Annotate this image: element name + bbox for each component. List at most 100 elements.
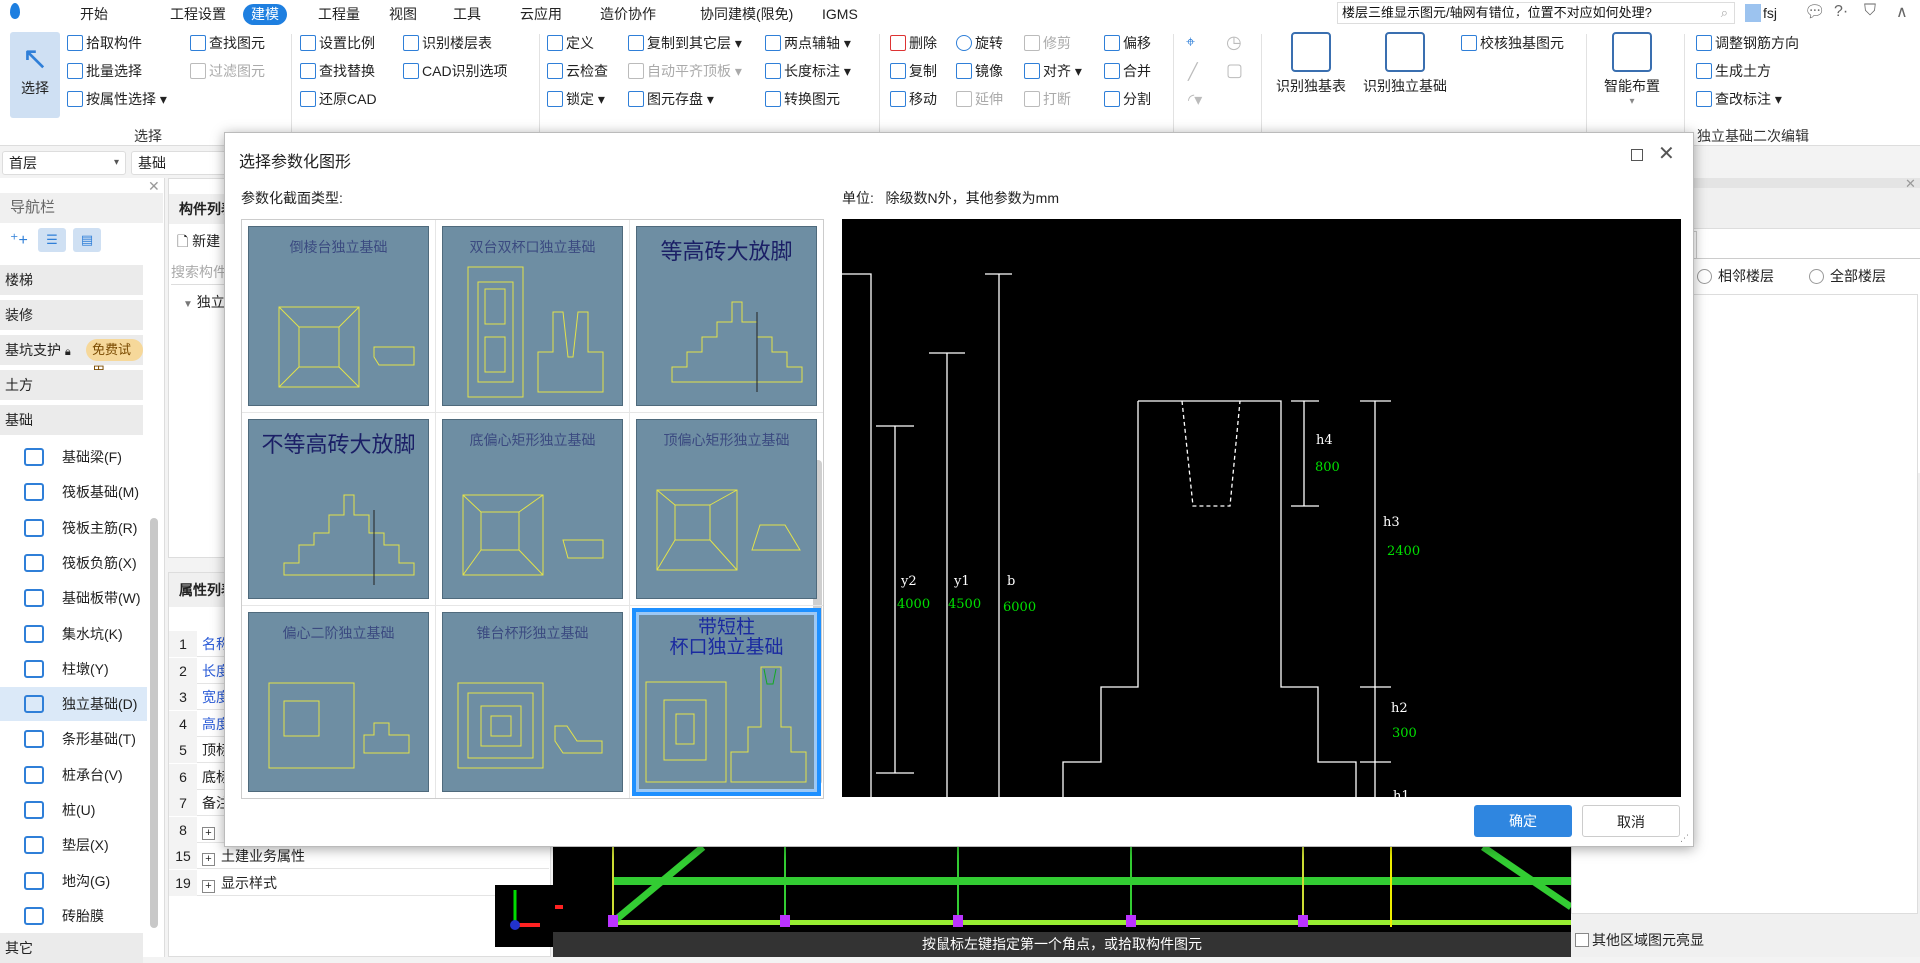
nav-scrollbar[interactable] [150,518,158,928]
nav-item[interactable]: 基础板带(W) [0,581,147,615]
convert-element-button[interactable]: 转换图元 [765,88,840,110]
cancel-button[interactable]: 取消 [1582,805,1680,837]
rotate-button[interactable]: 旋转 [956,32,1003,54]
tab-start[interactable]: 开始 [72,4,116,25]
angle-icon[interactable]: ◷ [1226,32,1242,53]
shape-option[interactable]: 锥台杯形独立基础 [436,606,630,798]
nav-category-other[interactable]: 其它 [0,933,143,963]
radio-adjacent-floors[interactable]: 相邻楼层 [1697,266,1774,286]
tab-cost-collab[interactable]: 造价协作 [592,4,664,25]
restore-cad-button[interactable]: 还原CAD [300,88,377,110]
nav-item[interactable]: 砖胎膜 [0,899,147,933]
generate-earthwork-button[interactable]: 生成土方 [1696,60,1771,82]
add-icon[interactable]: ⁺+ [10,230,28,250]
nav-item[interactable]: 地沟(G) [0,864,147,898]
edit-annotation-button[interactable]: 查改标注 ▾ [1696,88,1782,110]
smart-layout-button[interactable]: 智能布置 ▾ [1596,32,1668,107]
shape-option[interactable]: 带短柱 杯口独立基础 [630,606,823,798]
nav-item[interactable]: 垫层(X) [0,828,147,862]
recognize-footing-table-button[interactable]: 识别独基表 [1270,32,1352,96]
nav-category-foundation[interactable]: 基础 [0,405,143,435]
nav-item[interactable]: 桩(U) [0,793,147,827]
free-trial-badge[interactable]: 免费试用 [86,339,143,379]
ok-button[interactable]: 确定 [1474,805,1572,837]
collapse-ribbon-icon[interactable]: ∧ [1896,2,1908,22]
new-component-button[interactable]: 🗋︎ 新建 [177,231,220,255]
two-point-axis-button[interactable]: 两点辅轴 ▾ [765,32,851,54]
select-by-property-button[interactable]: 按属性选择 ▾ [67,88,167,110]
nav-item[interactable]: 筏板主筋(R) [0,511,147,545]
radio-all-floors[interactable]: 全部楼层 [1809,266,1886,286]
tab-modeling[interactable]: 建模 [243,4,287,25]
delete-button[interactable]: 删除 [890,32,937,54]
app-logo-icon[interactable] [10,3,20,19]
align-button[interactable]: 对齐 ▾ [1024,60,1082,82]
adjust-rebar-direction-button[interactable]: 调整钢筋方向 [1696,32,1799,54]
nav-item[interactable]: 基础梁(F) [0,440,147,474]
trim-button[interactable]: 修剪 [1024,32,1071,54]
line-icon[interactable]: ╱ [1188,62,1198,82]
tab-quantity[interactable]: 工程量 [310,4,368,25]
floor-select[interactable]: 首层 ▾ [2,151,126,175]
close-icon[interactable]: ✕ [1905,176,1916,192]
cad-options-button[interactable]: CAD识别选项 [403,60,508,82]
detail-view-icon[interactable]: ▤ [73,228,101,252]
help-icon[interactable]: ?· [1834,3,1848,21]
break-button[interactable]: 打断 [1024,88,1071,110]
shape-option[interactable]: 顶偏心矩形独立基础 [630,413,823,606]
highlight-other-areas-checkbox[interactable]: 其他区域图元亮显 [1575,930,1704,950]
select-button[interactable]: ↖ 选择 [10,32,60,118]
nav-category-pit-support[interactable]: 基坑支护 🔒︎免费试用 [0,335,143,379]
save-element-button[interactable]: 图元存盘 ▾ [628,88,714,110]
extend-button[interactable]: 延伸 [956,88,1003,110]
rectangle-icon[interactable]: ▢ [1226,60,1243,81]
nav-item[interactable]: 桩承台(V) [0,758,147,792]
search-icon[interactable]: ⌕ [1721,3,1728,23]
point-icon[interactable]: ⌖ [1186,34,1195,52]
expand-icon[interactable]: + [202,826,215,840]
tab-igms[interactable]: IGMS [814,4,866,25]
lock-button[interactable]: 锁定 ▾ [547,88,605,110]
tab-collab-modeling[interactable]: 协同建模(限免) [692,4,801,25]
nav-category-stairs[interactable]: 楼梯 [0,265,143,295]
list-view-icon[interactable]: ☰ [38,228,66,252]
copy-button[interactable]: 复制 [890,60,937,82]
cloud-check-button[interactable]: 云检查 [547,60,608,82]
shape-option[interactable]: 双台双杯口独立基础 [436,220,630,413]
merge-button[interactable]: 合并 [1104,60,1151,82]
mirror-button[interactable]: 镜像 [956,60,1003,82]
offset-button[interactable]: 偏移 [1104,32,1151,54]
nav-item[interactable]: 筏板基础(M) [0,475,147,509]
nav-item[interactable]: 条形基础(T) [0,722,147,756]
shape-option[interactable]: 等高砖大放脚 [630,220,823,413]
nav-category-decoration[interactable]: 装修 [0,300,143,330]
filter-element-button[interactable]: 过滤图元 [190,60,265,82]
chat-icon[interactable]: 💬︎ [1804,2,1826,22]
nav-category-earthwork[interactable]: 土方 [0,370,143,400]
find-replace-button[interactable]: 查找替换 [300,60,375,82]
copy-to-floor-button[interactable]: 复制到其它层 ▾ [628,32,742,54]
recognize-floor-table-button[interactable]: 识别楼层表 [403,32,492,54]
split-button[interactable]: 分割 [1104,88,1151,110]
close-icon[interactable]: ✕ [1658,141,1675,166]
batch-select-button[interactable]: 批量选择 [67,60,142,82]
check-footing-button[interactable]: 校核独基图元 [1461,32,1564,54]
nav-item[interactable]: 筏板负筋(X) [0,546,147,580]
nav-item[interactable]: 集水坑(K) [0,617,147,651]
expand-icon[interactable]: + [202,879,215,893]
find-element-button[interactable]: 查找图元 [190,32,265,54]
expand-icon[interactable]: + [202,853,215,866]
nav-item[interactable]: 独立基础(D) [0,687,147,722]
arc-icon[interactable]: ◜▾ [1188,90,1202,110]
user-name[interactable]: fsj [1763,5,1777,21]
auto-align-top-button[interactable]: 自动平齐顶板 ▾ [628,60,742,82]
shape-option[interactable]: 不等高砖大放脚 [242,413,436,606]
recognize-footing-button[interactable]: 识别独立基础 [1356,32,1454,96]
shape-option[interactable]: 倒棱台独立基础 [242,220,436,413]
tab-project-settings[interactable]: 工程设置 [162,4,234,25]
tab-cloud[interactable]: 云应用 [512,4,570,25]
help-search-input[interactable]: 楼层三维显示图元/轴网有错位，位置不对应如何处理? ⌕ [1337,2,1735,24]
length-dimension-button[interactable]: 长度标注 ▾ [765,60,851,82]
pick-component-button[interactable]: 拾取构件 [67,32,142,54]
property-row[interactable]: 19 + 显示样式 [169,869,549,896]
